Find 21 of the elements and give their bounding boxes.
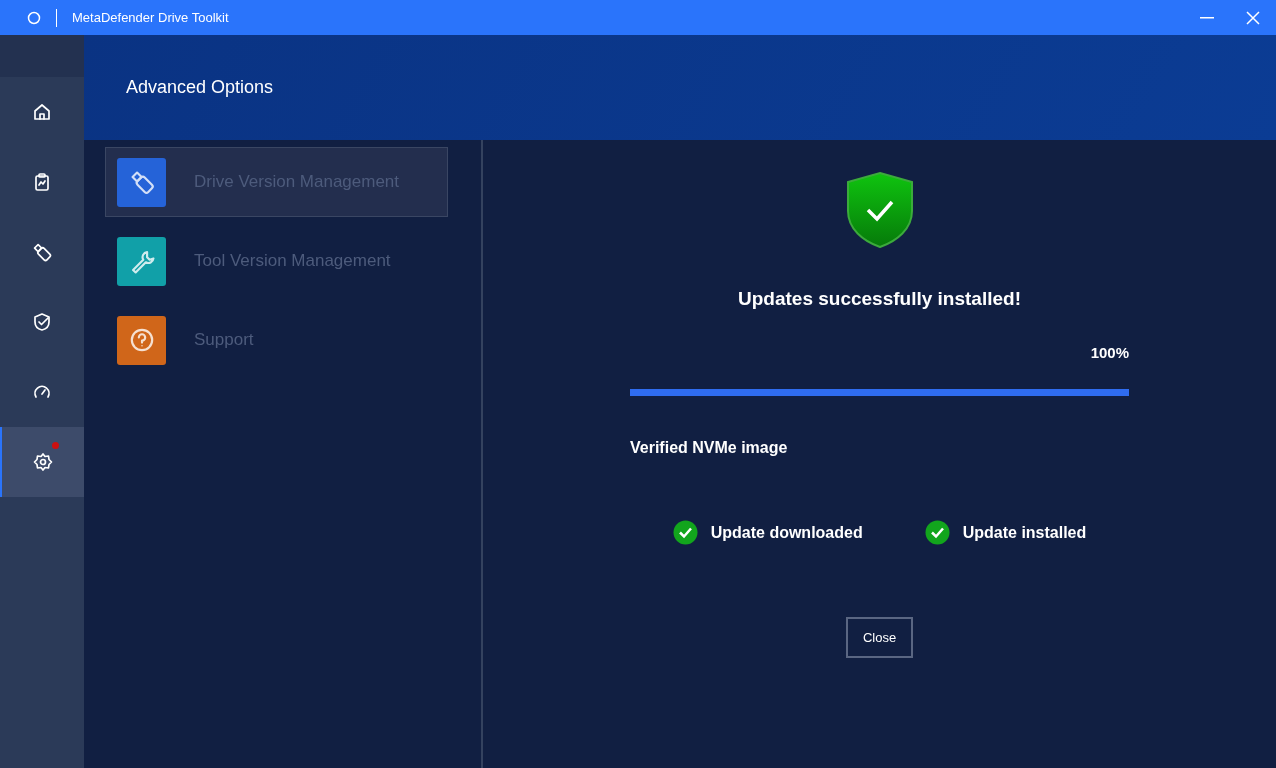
settings-icon xyxy=(32,451,54,473)
home-icon xyxy=(31,101,53,123)
step-label: Update downloaded xyxy=(710,522,863,543)
shield-check-icon xyxy=(844,171,915,249)
minimize-icon xyxy=(1200,16,1214,19)
page-title: Advanced Options xyxy=(126,76,274,99)
menu-label: Support xyxy=(194,329,254,352)
progress-percent: 100% xyxy=(1090,342,1129,363)
app-circle-icon xyxy=(27,10,41,25)
menu-item[interactable]: Tool Version Management xyxy=(105,226,448,296)
usb-drive-icon xyxy=(31,241,53,263)
shield-check-icon xyxy=(31,311,53,333)
window-title: MetaDefender Drive Toolkit xyxy=(72,8,229,27)
nav-item[interactable] xyxy=(0,427,84,497)
success-message: Updates successfully installed! xyxy=(738,287,1021,311)
menu-item[interactable]: Support xyxy=(105,305,448,375)
image-label: Verified NVMe image xyxy=(630,438,788,458)
menu-label: Tool Version Management xyxy=(194,250,391,273)
close-button[interactable]: Close xyxy=(846,617,913,658)
close-icon xyxy=(1246,10,1260,25)
step-label: Update installed xyxy=(962,522,1087,543)
